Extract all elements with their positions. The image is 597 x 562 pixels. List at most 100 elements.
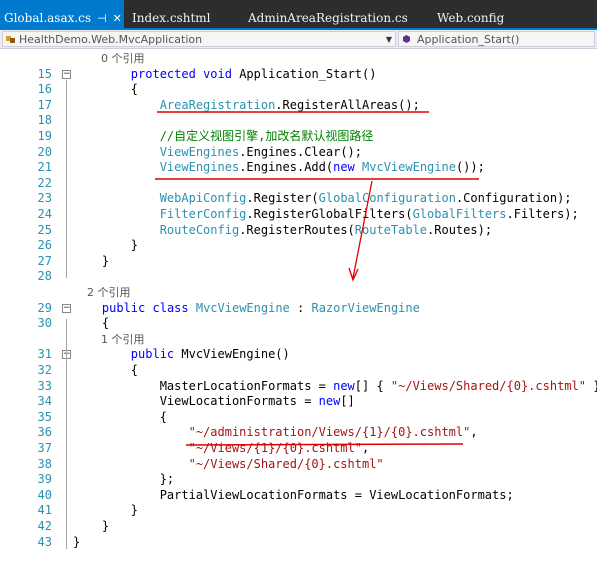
code-line: 0 个引用 — [0, 50, 597, 66]
code-token: { — [73, 82, 139, 97]
project-dropdown[interactable]: HealthDemo.Web.MvcApplication ▼ — [2, 31, 396, 47]
code-token: RouteTable — [354, 222, 428, 237]
line-number: 28 — [37, 269, 52, 284]
reference-count[interactable]: 1 个引用 — [73, 333, 145, 346]
code-line: 37 "~/Views/{1}/{0}.cshtml", — [0, 440, 597, 456]
line-number: 22 — [37, 175, 52, 190]
line-number: 34 — [37, 394, 52, 409]
code-token: { — [73, 363, 139, 377]
code-line: 24 FilterConfig.RegisterGlobalFilters(Gl… — [0, 206, 597, 222]
code-line: 40 PartialViewLocationFormats = ViewLoca… — [0, 487, 597, 503]
line-number: 15 — [37, 66, 52, 81]
line-number: 21 — [37, 160, 52, 175]
code-line: 42 } — [0, 518, 597, 534]
code-token: GlobalConfiguration — [318, 191, 456, 206]
line-number: 30 — [37, 316, 52, 331]
close-icon[interactable]: ✕ — [113, 12, 122, 25]
line-number: 35 — [37, 409, 52, 424]
line-number: 37 — [37, 441, 52, 455]
code-text: ViewLocationFormats = new[] — [73, 393, 355, 409]
code-token: .Engines.Clear(); — [239, 144, 363, 159]
fold-guide — [66, 80, 67, 278]
code-token: ViewEngines — [159, 144, 240, 159]
code-line: 22 — [0, 175, 597, 191]
tab-global-asax-cs[interactable]: Global.asax.cs ⊣ ✕ — [0, 0, 124, 28]
tab-admin-area-registration-cs[interactable]: AdminAreaRegistration.cs — [248, 0, 408, 28]
reference-count[interactable]: 2 个引用 — [73, 286, 131, 299]
code-text: 2 个引用 — [73, 284, 131, 301]
code-token: Application_Start() — [231, 66, 377, 81]
tab-label: AdminAreaRegistration.cs — [248, 11, 408, 25]
code-line: 16 { — [0, 81, 597, 97]
code-line: 34 ViewLocationFormats = new[] — [0, 393, 597, 409]
code-token: MvcViewEngine — [362, 160, 456, 175]
code-token: .Engines.Add( — [239, 160, 334, 175]
code-token: } — [73, 253, 110, 268]
code-token: } — [73, 503, 139, 518]
collapse-icon[interactable]: − — [62, 69, 71, 79]
tab-index-cshtml[interactable]: Index.cshtml — [132, 0, 210, 28]
code-token: .RegisterRoutes( — [239, 222, 355, 237]
member-dropdown[interactable]: Application_Start() — [398, 31, 595, 47]
code-token: } — [73, 238, 139, 253]
line-number: 41 — [37, 503, 52, 518]
code-token: "~/administration/Views/{1}/{0}.cshtml" — [188, 425, 471, 440]
code-line: 28 — [0, 268, 597, 284]
line-number: 19 — [37, 129, 52, 143]
code-text: ViewEngines.Engines.Add(new MvcViewEngin… — [73, 159, 485, 175]
fold-guide — [66, 319, 67, 549]
line-number: 27 — [37, 253, 52, 268]
code-token: .Filters); — [506, 207, 579, 221]
code-text: MasterLocationFormats = new[] { "~/Views… — [73, 378, 597, 394]
code-token: MvcViewEngine() — [174, 347, 290, 362]
document-tab-bar: Global.asax.cs ⊣ ✕ Index.cshtml AdminAreaR… — [0, 0, 597, 30]
line-number: 42 — [37, 519, 52, 533]
collapse-icon[interactable]: − — [62, 303, 71, 313]
code-token: new — [318, 394, 341, 409]
code-token: class — [152, 300, 189, 315]
code-text: } — [73, 534, 80, 550]
code-token: "~/Views/{1}/{0}.cshtml" — [188, 441, 362, 455]
code-token: ViewLocationFormats = — [73, 394, 319, 409]
navigation-bar: HealthDemo.Web.MvcApplication ▼ Applicat… — [0, 30, 597, 49]
code-token: protected — [130, 66, 196, 81]
code-text: { — [73, 315, 109, 331]
line-number: 29 — [37, 300, 52, 315]
line-number: 18 — [37, 113, 52, 128]
code-token: , — [470, 425, 478, 440]
code-token: public — [101, 300, 146, 315]
code-editor[interactable]: 0 个引用 15− protected void Application_Star… — [0, 49, 597, 562]
code-text: public class MvcViewEngine : RazorViewEn… — [73, 300, 420, 316]
code-line: 38 "~/Views/Shared/{0}.cshtml" — [0, 456, 597, 472]
code-line: 20 ViewEngines.Engines.Clear(); — [0, 144, 597, 160]
code-token: PartialViewLocationFormats = ViewLocatio… — [73, 487, 514, 502]
pin-icon[interactable]: ⊣ — [97, 12, 107, 25]
code-line: 19 //自定义视图引擎,加改名默认视图路径 — [0, 128, 597, 144]
code-text: { — [73, 409, 167, 425]
reference-count[interactable]: 0 个引用 — [73, 52, 145, 65]
code-token: RouteConfig — [159, 222, 240, 237]
code-token: ()); — [455, 160, 485, 175]
line-number: 39 — [37, 472, 52, 487]
code-text: { — [73, 362, 138, 378]
line-number: 31 — [37, 347, 52, 362]
code-token: GlobalFilters — [412, 207, 507, 221]
tab-web-config[interactable]: Web.config — [437, 0, 504, 28]
code-line: 27 } — [0, 253, 597, 269]
code-text: ViewEngines.Engines.Clear(); — [73, 144, 362, 160]
code-line: 23 WebApiConfig.Register(GlobalConfigura… — [0, 190, 597, 206]
chevron-down-icon[interactable]: ▼ — [386, 32, 392, 48]
